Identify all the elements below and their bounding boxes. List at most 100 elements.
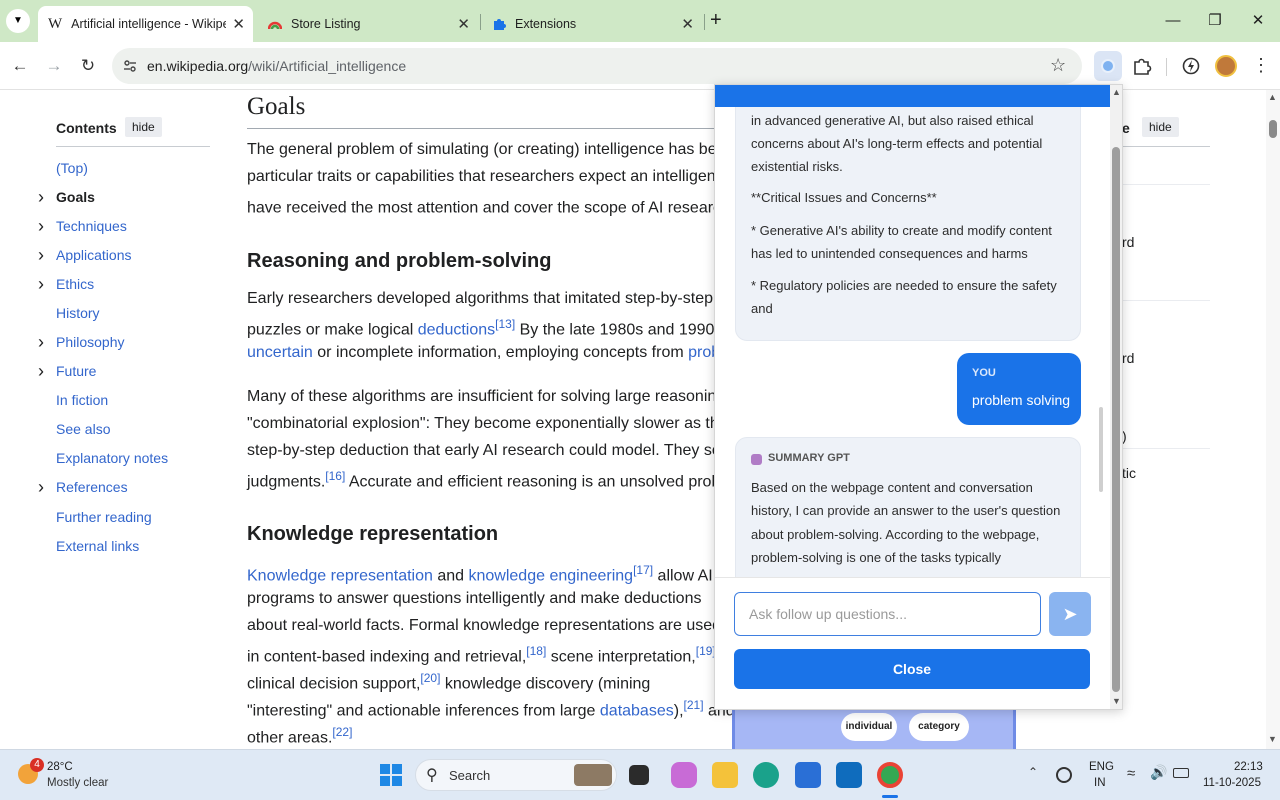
toc-item[interactable]: References <box>56 479 128 495</box>
footnote-link[interactable]: [17] <box>633 563 653 577</box>
footnote-link[interactable]: [22] <box>332 725 352 739</box>
clock-date[interactable]: 11-10-2025 <box>1203 777 1261 789</box>
wifi-icon[interactable]: ≈ <box>1127 765 1135 782</box>
chevron-right-icon[interactable]: › <box>38 332 44 353</box>
reload-button[interactable]: ↻ <box>74 52 102 80</box>
popup-scrollbar[interactable]: ▲ ▼ <box>1110 85 1122 709</box>
message-line: concerns about AI's long-term effects an… <box>751 136 1043 151</box>
figure-node-category: category <box>909 713 969 741</box>
chevron-right-icon[interactable]: › <box>38 216 44 237</box>
toc-item[interactable]: In fiction <box>56 392 108 408</box>
uncertain-link[interactable]: uncertain <box>247 344 313 361</box>
scroll-down-arrow[interactable]: ▼ <box>1268 734 1277 744</box>
outlook-icon[interactable] <box>836 762 862 788</box>
scroll-up-arrow[interactable]: ▲ <box>1268 92 1277 102</box>
close-button[interactable]: Close <box>734 649 1090 689</box>
scrollbar-thumb[interactable] <box>1269 120 1277 138</box>
file-explorer-icon[interactable] <box>712 762 738 788</box>
toc-item[interactable]: Future <box>56 363 96 379</box>
back-button[interactable]: ← <box>6 52 34 80</box>
tab-wikipedia[interactable]: W Artificial intelligence - Wikipedia ✕ <box>38 6 253 42</box>
weather-widget[interactable]: 4 28°C Mostly clear <box>14 758 124 794</box>
toc-title: Contents <box>56 120 117 136</box>
toc-hide-button[interactable]: hide <box>125 117 162 137</box>
chevron-right-icon[interactable]: › <box>38 245 44 266</box>
toc-item[interactable]: Ethics <box>56 276 94 292</box>
taskbar-search[interactable]: ⚲ Search <box>415 759 617 791</box>
chevron-right-icon[interactable]: › <box>38 274 44 295</box>
url-host: en.wikipedia.org <box>147 58 249 74</box>
close-icon[interactable]: ✕ <box>457 15 470 33</box>
profile-avatar[interactable] <box>1215 55 1237 77</box>
language-code[interactable]: ENG <box>1089 761 1114 773</box>
window-close-button[interactable]: ✕ <box>1243 8 1273 34</box>
summary-gpt-extension-button[interactable] <box>1094 51 1122 81</box>
tab-extensions[interactable]: Extensions ✕ <box>482 6 702 42</box>
language-region[interactable]: IN <box>1094 777 1106 789</box>
footnote-link[interactable]: [18] <box>526 644 546 658</box>
new-tab-button[interactable]: + <box>710 9 722 32</box>
input-area: ➤ Close <box>715 577 1110 709</box>
tab-store-listing[interactable]: Store Listing ✕ <box>258 6 478 42</box>
footnote-link[interactable]: [13] <box>495 317 515 331</box>
toc-item[interactable]: Further reading <box>56 509 152 525</box>
deductions-link[interactable]: deductions <box>418 321 495 338</box>
chevron-right-icon[interactable]: › <box>38 477 44 498</box>
close-icon[interactable]: ✕ <box>232 15 245 33</box>
tab-search-button[interactable]: ▼ <box>6 9 30 33</box>
popup-scrollbar-thumb[interactable] <box>1112 147 1120 692</box>
toc-item[interactable]: History <box>56 305 100 321</box>
footnote-link[interactable]: [16] <box>325 469 345 483</box>
toc-item[interactable]: Philosophy <box>56 334 125 350</box>
toc-item[interactable]: See also <box>56 421 110 437</box>
battery-icon[interactable] <box>1173 768 1189 778</box>
scroll-down-arrow[interactable]: ▼ <box>1112 696 1121 706</box>
toc-item[interactable]: Techniques <box>56 218 127 234</box>
copilot-icon[interactable] <box>671 762 697 788</box>
chrome-icon[interactable] <box>877 762 903 788</box>
page-scrollbar[interactable]: ▲ ▼ <box>1266 90 1280 749</box>
extensions-puzzle-icon[interactable] <box>1132 56 1152 76</box>
minimize-button[interactable]: — <box>1158 8 1188 34</box>
reasoning-line-6: step-by-step deduction that early AI res… <box>247 442 742 459</box>
goals-line-3: have received the most attention and cov… <box>247 195 744 217</box>
start-button[interactable] <box>379 763 403 787</box>
forward-button[interactable]: → <box>40 52 68 80</box>
right-panel-hide-button[interactable]: hide <box>1142 117 1179 137</box>
site-info-icon[interactable] <box>122 58 138 74</box>
performance-icon[interactable] <box>1181 56 1201 76</box>
volume-icon[interactable]: 🔊 <box>1150 764 1167 781</box>
right-panel-divider <box>1122 300 1210 301</box>
send-button[interactable]: ➤ <box>1049 592 1091 636</box>
menu-kebab-icon[interactable]: ⋮ <box>1252 54 1270 76</box>
store-icon[interactable] <box>795 762 821 788</box>
maximize-button[interactable]: ❐ <box>1200 8 1230 34</box>
toc-item[interactable]: Goals <box>56 189 95 205</box>
address-bar[interactable]: en.wikipedia.org/wiki/Artificial_intelli… <box>112 48 1082 84</box>
knowledge-representation-link[interactable]: Knowledge representation <box>247 567 433 584</box>
chat-scrollbar-thumb[interactable] <box>1099 407 1103 492</box>
chevron-right-icon[interactable]: › <box>38 187 44 208</box>
toc-item[interactable]: External links <box>56 538 139 554</box>
show-hidden-icons[interactable]: ⌃ <box>1028 765 1038 779</box>
toc-item[interactable]: (Top) <box>56 160 88 176</box>
footnote-link[interactable]: [21] <box>684 698 704 712</box>
footnote-link[interactable]: [20] <box>420 671 440 685</box>
puzzle-icon <box>494 19 506 30</box>
toc-item[interactable]: Explanatory notes <box>56 450 168 466</box>
search-highlight-icon <box>574 764 612 786</box>
follow-up-input[interactable] <box>734 592 1041 636</box>
scroll-up-arrow[interactable]: ▲ <box>1112 87 1121 97</box>
toc-item[interactable]: Applications <box>56 247 132 263</box>
footnote-link[interactable]: [19] <box>696 644 716 658</box>
close-icon[interactable]: ✕ <box>681 15 694 33</box>
popup-header <box>715 85 1110 107</box>
bookmark-star-icon[interactable]: ☆ <box>1050 55 1066 76</box>
clock-time[interactable]: 22:13 <box>1234 761 1263 773</box>
edge-icon[interactable] <box>753 762 779 788</box>
databases-link[interactable]: databases <box>600 702 674 719</box>
chevron-right-icon[interactable]: › <box>38 361 44 382</box>
knowledge-engineering-link[interactable]: knowledge engineering <box>469 567 634 584</box>
task-view-icon[interactable] <box>629 765 649 785</box>
network-globe-icon[interactable] <box>1056 767 1072 783</box>
